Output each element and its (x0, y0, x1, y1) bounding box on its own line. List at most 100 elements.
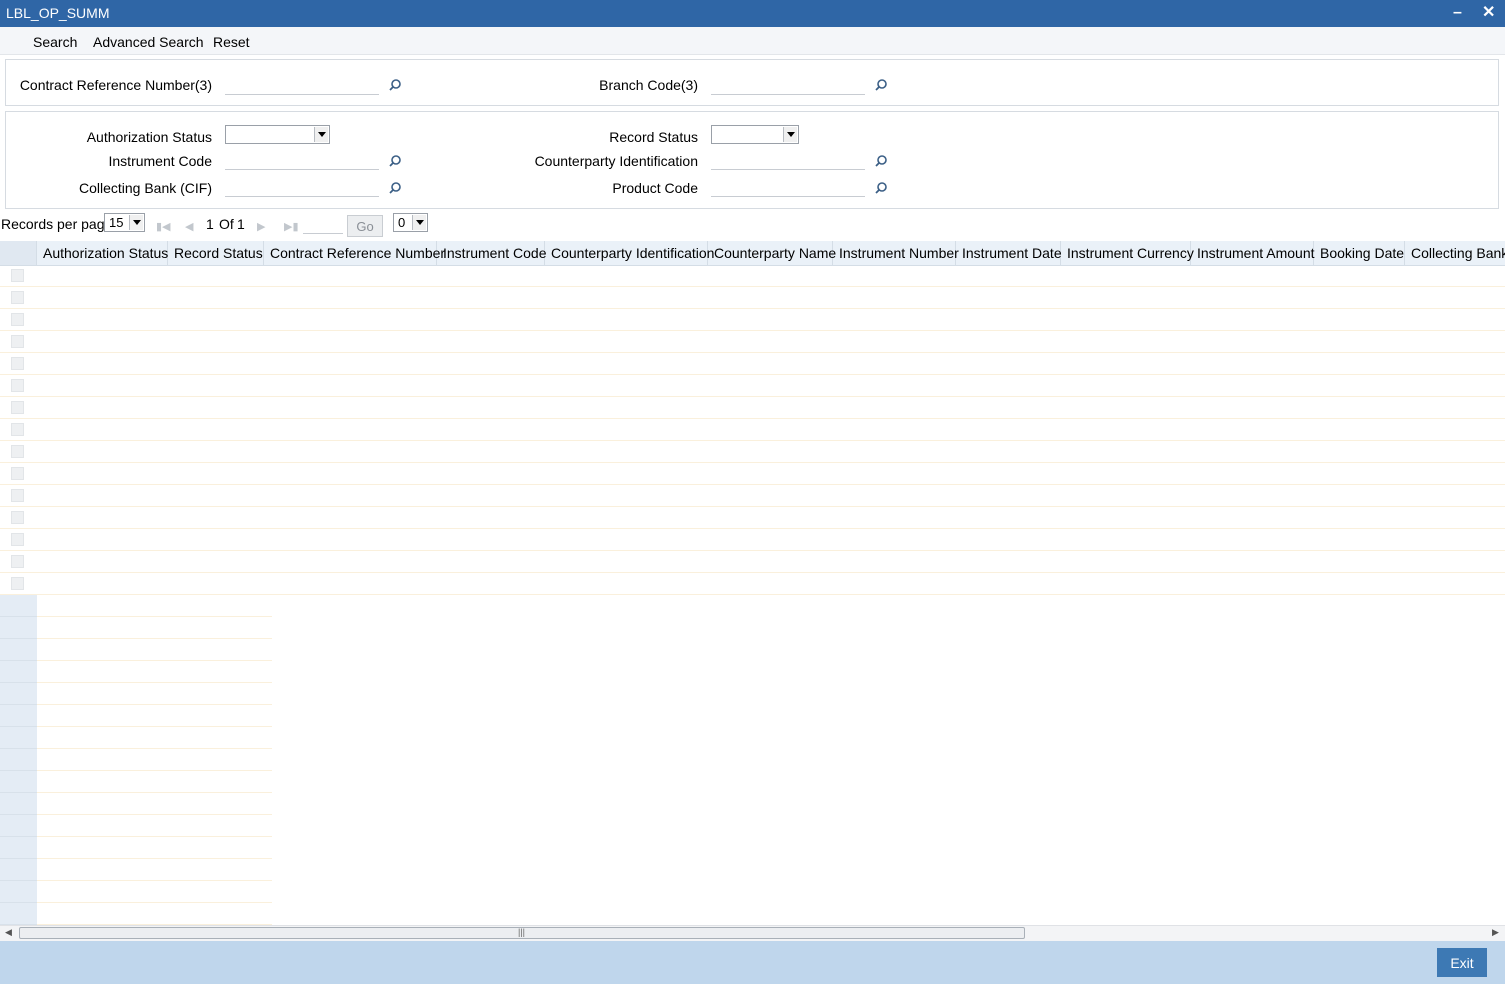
search-icon[interactable] (874, 78, 888, 92)
table-row[interactable] (0, 529, 1505, 551)
empty-row (0, 881, 272, 903)
chevron-down-icon[interactable] (129, 215, 143, 230)
grip-icon: ||| (518, 927, 526, 937)
chevron-down-icon[interactable] (412, 215, 426, 230)
column-header[interactable]: Counterparty Identification (545, 241, 714, 265)
reset-button[interactable]: Reset (213, 34, 250, 50)
collecting-bank-input[interactable] (225, 178, 379, 197)
empty-row (0, 639, 272, 661)
instrument-code-input[interactable] (225, 151, 379, 170)
table-row[interactable] (0, 353, 1505, 375)
record-status-label: Record Status (609, 129, 698, 145)
table-row[interactable] (0, 331, 1505, 353)
row-checkbox[interactable] (11, 379, 24, 392)
table-row[interactable] (0, 441, 1505, 463)
search-icon[interactable] (388, 78, 402, 92)
row-checkbox[interactable] (11, 577, 24, 590)
column-header[interactable]: Record Status (168, 241, 264, 265)
branch-code-label: Branch Code(3) (599, 77, 698, 93)
chevron-down-icon[interactable] (783, 127, 797, 142)
row-checkbox[interactable] (11, 335, 24, 348)
advanced-search-button[interactable]: Advanced Search (93, 34, 204, 50)
search-icon[interactable] (388, 181, 402, 195)
results-table-body (0, 265, 1505, 925)
exit-button[interactable]: Exit (1437, 948, 1487, 977)
search-button[interactable]: Search (33, 34, 77, 50)
table-row[interactable] (0, 287, 1505, 309)
column-header[interactable]: Contract Reference Number (264, 241, 445, 265)
table-row[interactable] (0, 485, 1505, 507)
close-icon[interactable]: ✕ (1482, 4, 1495, 22)
page-jump-select[interactable]: 0 (393, 213, 428, 232)
row-checkbox[interactable] (11, 489, 24, 502)
record-status-select[interactable] (711, 125, 799, 144)
row-checkbox[interactable] (11, 533, 24, 546)
product-code-label: Product Code (612, 180, 698, 196)
empty-row (0, 815, 272, 837)
toolbar: Search Advanced Search Reset (0, 27, 1505, 55)
first-page-icon[interactable]: ▮◀ (156, 221, 171, 233)
column-header[interactable]: Booking Date (1314, 241, 1405, 265)
row-checkbox[interactable] (11, 291, 24, 304)
records-per-page-select[interactable]: 15 (104, 213, 145, 232)
counterparty-id-label: Counterparty Identification (534, 153, 698, 169)
scroll-right-icon[interactable]: ▶ (1492, 927, 1499, 938)
column-header[interactable]: Instrument Number (833, 241, 959, 265)
prev-page-icon[interactable]: ◀ (185, 221, 197, 233)
filter-panel: Authorization Status Record Status Instr… (5, 111, 1499, 209)
table-row[interactable] (0, 419, 1505, 441)
last-page-icon[interactable]: ▶▮ (284, 221, 299, 233)
next-page-icon[interactable]: ▶ (257, 221, 269, 233)
row-checkbox[interactable] (11, 401, 24, 414)
contract-ref-input[interactable] (225, 76, 379, 95)
column-header[interactable]: Instrument Currency (1061, 241, 1194, 265)
page-total: 1 (237, 216, 245, 232)
row-checkbox[interactable] (11, 313, 24, 326)
counterparty-id-input[interactable] (711, 151, 865, 170)
column-header[interactable]: Instrument Code (437, 241, 547, 265)
empty-row (0, 661, 272, 683)
minimize-icon[interactable]: – (1453, 4, 1462, 22)
column-header[interactable]: Collecting Bank (1405, 241, 1505, 265)
page-number-input[interactable] (303, 215, 343, 234)
table-row[interactable] (0, 397, 1505, 419)
auth-status-label: Authorization Status (86, 129, 212, 145)
product-code-input[interactable] (711, 178, 865, 197)
column-header[interactable]: Counterparty Name (708, 241, 836, 265)
scroll-left-icon[interactable]: ◀ (5, 927, 12, 938)
contract-ref-label: Contract Reference Number(3) (19, 77, 212, 93)
table-row[interactable] (0, 265, 1505, 287)
row-checkbox[interactable] (11, 555, 24, 568)
row-checkbox[interactable] (11, 445, 24, 458)
key-filter-panel: Contract Reference Number(3) Branch Code… (5, 59, 1499, 106)
horizontal-scrollbar[interactable]: ◀ ||| ▶ (0, 925, 1505, 942)
chevron-down-icon[interactable] (314, 127, 328, 142)
branch-code-input[interactable] (711, 76, 865, 95)
column-header[interactable]: Instrument Date (956, 241, 1062, 265)
instrument-code-label: Instrument Code (108, 153, 213, 169)
search-icon[interactable] (874, 181, 888, 195)
table-row[interactable] (0, 309, 1505, 331)
row-checkbox[interactable] (11, 467, 24, 480)
row-checkbox[interactable] (11, 423, 24, 436)
table-row[interactable] (0, 551, 1505, 573)
go-button[interactable]: Go (347, 215, 383, 237)
table-row[interactable] (0, 463, 1505, 485)
auth-status-select[interactable] (225, 125, 330, 144)
search-icon[interactable] (388, 154, 402, 168)
collecting-bank-label: Collecting Bank (CIF) (78, 180, 212, 196)
column-header[interactable]: Instrument Amount (1191, 241, 1315, 265)
select-all-column[interactable] (0, 241, 37, 265)
empty-row (0, 595, 272, 617)
search-icon[interactable] (874, 154, 888, 168)
table-row[interactable] (0, 375, 1505, 397)
scrollbar-thumb[interactable]: ||| (19, 927, 1025, 939)
row-checkbox[interactable] (11, 357, 24, 370)
row-checkbox[interactable] (11, 511, 24, 524)
table-row[interactable] (0, 507, 1505, 529)
row-checkbox[interactable] (11, 269, 24, 282)
table-row[interactable] (0, 573, 1505, 595)
column-header[interactable]: Authorization Status (37, 241, 168, 265)
empty-row (0, 683, 272, 705)
empty-row (0, 859, 272, 881)
